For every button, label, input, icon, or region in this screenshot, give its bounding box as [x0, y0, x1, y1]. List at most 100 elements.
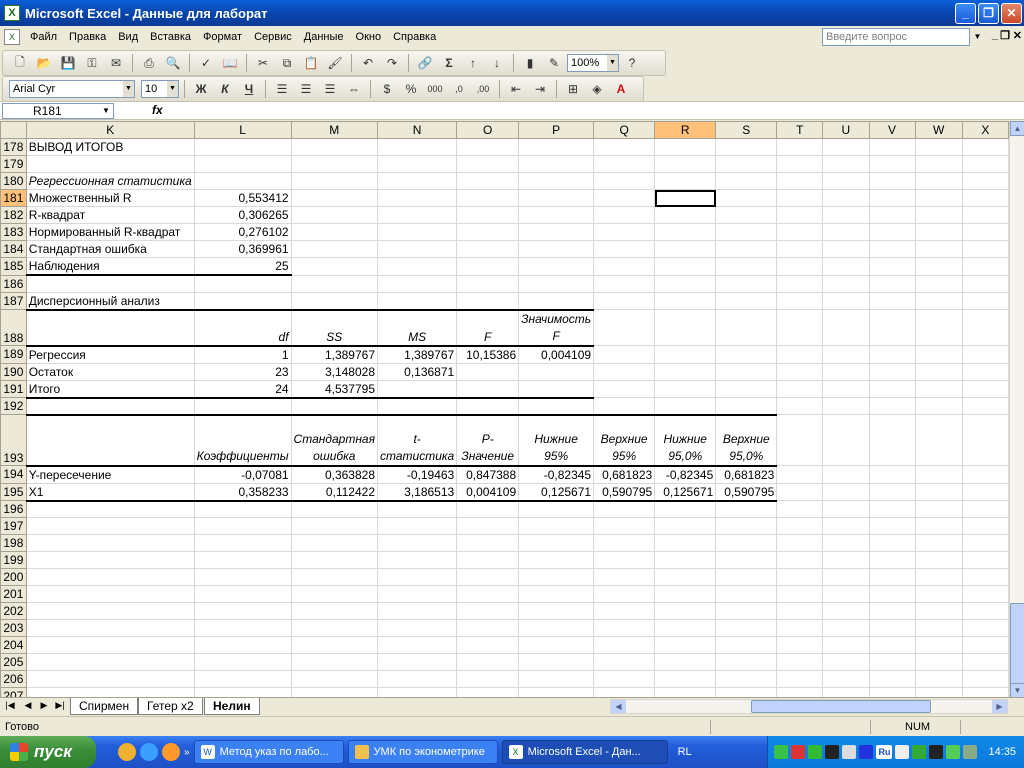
cell[interactable]	[456, 155, 520, 173]
cell[interactable]	[377, 602, 458, 620]
cell[interactable]: MS	[377, 309, 458, 347]
row-header[interactable]: 192	[0, 397, 27, 415]
cell[interactable]: Нижние 95%	[518, 414, 595, 467]
column-header-k[interactable]: K	[25, 121, 195, 139]
cell[interactable]	[377, 585, 458, 603]
cell[interactable]: -0,82345	[654, 465, 717, 484]
column-header-s[interactable]: S	[715, 121, 778, 139]
cell[interactable]	[961, 568, 1009, 586]
cell[interactable]	[25, 568, 195, 586]
doc-restore-button[interactable]: ❐	[1000, 29, 1010, 42]
cell[interactable]	[593, 670, 656, 688]
cell[interactable]	[377, 223, 458, 241]
cell[interactable]	[518, 636, 595, 654]
cell[interactable]: 0,553412	[193, 189, 292, 207]
cell[interactable]	[961, 189, 1009, 207]
cell[interactable]	[715, 619, 778, 637]
cell[interactable]	[193, 500, 292, 518]
language-indicator[interactable]: RL	[678, 746, 708, 758]
cell[interactable]	[377, 274, 458, 293]
minimize-button[interactable]: _	[955, 3, 976, 24]
cell[interactable]	[776, 189, 824, 207]
cell[interactable]	[593, 397, 656, 416]
cell[interactable]	[914, 138, 963, 156]
cell[interactable]	[593, 291, 656, 310]
cell[interactable]	[654, 619, 717, 637]
cell[interactable]	[868, 379, 916, 398]
cell[interactable]	[290, 670, 379, 688]
row-header[interactable]: 205	[0, 653, 27, 671]
cell[interactable]	[456, 585, 520, 603]
cell[interactable]	[868, 291, 916, 310]
hscroll-thumb[interactable]	[751, 700, 931, 713]
cell[interactable]	[518, 653, 595, 671]
cell[interactable]	[868, 414, 916, 466]
cell[interactable]	[654, 397, 717, 416]
cell[interactable]	[193, 155, 292, 173]
cell[interactable]	[654, 551, 717, 569]
worksheet[interactable]: KLMNOPQRSTUVWX 178 ВЫВОД ИТОГОВ 179 180 Регр…	[0, 121, 1009, 698]
cell[interactable]	[961, 240, 1009, 258]
cell[interactable]	[456, 551, 520, 569]
cell[interactable]	[377, 517, 458, 535]
chevron-expand-icon[interactable]: »	[184, 747, 190, 758]
cell[interactable]	[961, 602, 1009, 620]
cell[interactable]	[193, 517, 292, 535]
cell[interactable]	[518, 551, 595, 569]
new-icon[interactable]: 🗋	[9, 52, 31, 74]
cell[interactable]	[715, 585, 778, 603]
cell[interactable]	[776, 274, 824, 293]
cell[interactable]	[654, 206, 717, 224]
quicklaunch-folder-icon[interactable]	[118, 743, 136, 761]
font-color-icon[interactable]: A	[610, 78, 632, 100]
cell[interactable]	[25, 653, 195, 671]
cell[interactable]	[456, 379, 520, 399]
cell[interactable]	[377, 500, 458, 518]
thousands-button[interactable]: 000	[424, 78, 446, 100]
cell[interactable]	[456, 517, 520, 535]
cell[interactable]	[290, 602, 379, 620]
column-header-n[interactable]: N	[377, 121, 458, 139]
cell[interactable]	[456, 223, 520, 241]
drawing-icon[interactable]: ✎	[543, 52, 565, 74]
cell[interactable]	[961, 291, 1009, 310]
cell[interactable]	[715, 309, 778, 346]
cell[interactable]	[193, 619, 292, 637]
cell[interactable]	[914, 257, 963, 276]
cell[interactable]: Верхние 95,0%	[715, 414, 778, 467]
font-size-select[interactable]: 10 ▼	[141, 80, 179, 98]
cell[interactable]	[593, 585, 656, 603]
cell[interactable]: Верхние 95%	[593, 414, 656, 467]
cell[interactable]	[961, 257, 1009, 276]
open-icon[interactable]: 📂	[33, 52, 55, 74]
cell[interactable]: 0,306265	[193, 206, 292, 224]
menu-help[interactable]: Справка	[387, 27, 442, 47]
row-header[interactable]: 196	[0, 500, 27, 518]
row-header[interactable]: 191	[0, 379, 27, 398]
cell[interactable]	[456, 636, 520, 654]
cut-icon[interactable]: ✂	[252, 52, 274, 74]
cell[interactable]	[654, 379, 717, 398]
cell[interactable]	[914, 379, 963, 398]
cell[interactable]	[776, 670, 824, 688]
tray-app-icon[interactable]	[774, 745, 789, 759]
cell[interactable]	[456, 257, 520, 276]
cell[interactable]	[868, 517, 916, 535]
cell[interactable]	[518, 397, 595, 416]
cell[interactable]	[593, 602, 656, 620]
cell[interactable]	[290, 240, 379, 258]
cell[interactable]	[868, 534, 916, 552]
cell[interactable]	[593, 500, 656, 518]
cell[interactable]	[193, 636, 292, 654]
cell[interactable]	[776, 309, 824, 346]
cell[interactable]	[290, 619, 379, 637]
cell[interactable]: 0,125671	[518, 482, 595, 502]
row-header[interactable]: 190	[0, 362, 27, 381]
cell-grid[interactable]: KLMNOPQRSTUVWX 178 ВЫВОД ИТОГОВ 179 180 Регр…	[0, 121, 1009, 698]
scroll-thumb[interactable]	[1010, 603, 1024, 685]
chart-wizard-icon[interactable]: ▮	[519, 52, 541, 74]
cell[interactable]	[456, 240, 520, 258]
cell[interactable]	[776, 585, 824, 603]
tray-app-icon[interactable]	[791, 745, 806, 759]
cell[interactable]	[654, 670, 717, 688]
